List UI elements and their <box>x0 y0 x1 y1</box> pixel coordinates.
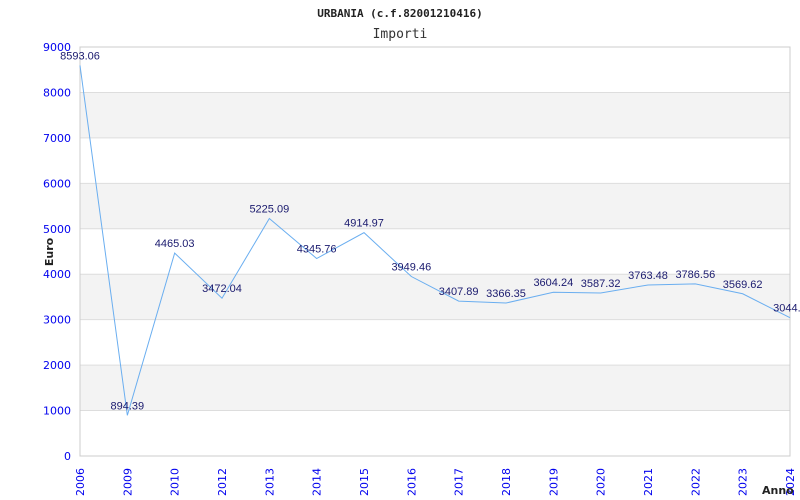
data-label: 3366.35 <box>486 288 526 300</box>
data-label: 3763.48 <box>628 270 668 282</box>
y-tick-label: 2000 <box>43 359 71 372</box>
data-label: 8593.06 <box>60 50 100 62</box>
y-tick-label: 0 <box>64 450 71 463</box>
data-label: 4345.76 <box>297 244 337 256</box>
y-tick-label: 3000 <box>43 314 71 327</box>
x-tick-label: 2019 <box>547 468 560 496</box>
data-label: 3407.89 <box>439 286 479 298</box>
y-axis-label: Euro <box>43 237 56 266</box>
data-label: 3587.32 <box>581 278 621 290</box>
y-tick-label: 6000 <box>43 177 71 190</box>
y-tick-label: 4000 <box>43 268 71 281</box>
data-label: 4914.97 <box>344 218 384 230</box>
x-tick-label: 2015 <box>358 468 371 496</box>
chart-subtitle: Importi <box>373 27 428 42</box>
y-tick-label: 1000 <box>43 405 71 418</box>
grid-band <box>80 183 790 229</box>
x-tick-label: 2014 <box>311 468 324 496</box>
x-tick-label: 2023 <box>737 468 750 496</box>
x-tick-label: 2006 <box>74 468 87 496</box>
x-tick-label: 2017 <box>453 468 466 496</box>
y-tick-label: 8000 <box>43 86 71 99</box>
grid-band <box>80 92 790 138</box>
data-label: 4465.03 <box>155 238 195 250</box>
data-label: 894.39 <box>111 400 145 412</box>
line-chart: URBANIA (c.f.82001210416) Importi 0 1000 2… <box>43 7 800 497</box>
x-tick-label: 2016 <box>405 468 418 496</box>
x-axis-label: Anno <box>762 484 794 497</box>
data-label: 3569.62 <box>723 279 763 291</box>
x-tick-label: 2013 <box>263 468 276 496</box>
data-label: 3472.04 <box>202 283 242 295</box>
data-label: 3949.46 <box>391 262 431 274</box>
data-label: 3786.56 <box>675 269 715 281</box>
x-tick-label: 2010 <box>169 468 182 496</box>
y-tick-label: 7000 <box>43 132 71 145</box>
x-tick-label: 2012 <box>216 468 229 496</box>
data-label: 3044.0 <box>773 303 800 315</box>
grid-band <box>80 274 790 320</box>
grid-band <box>80 365 790 411</box>
x-tick-label: 2020 <box>595 468 608 496</box>
data-label: 5225.09 <box>249 204 289 216</box>
x-tick-label: 2022 <box>689 468 702 496</box>
data-label: 3604.24 <box>533 277 573 289</box>
chart-title: URBANIA (c.f.82001210416) <box>317 7 483 20</box>
x-tick-label: 2018 <box>500 468 513 496</box>
x-tick-label: 2009 <box>121 468 134 496</box>
y-tick-label: 5000 <box>43 223 71 236</box>
x-tick-label: 2021 <box>642 468 655 496</box>
